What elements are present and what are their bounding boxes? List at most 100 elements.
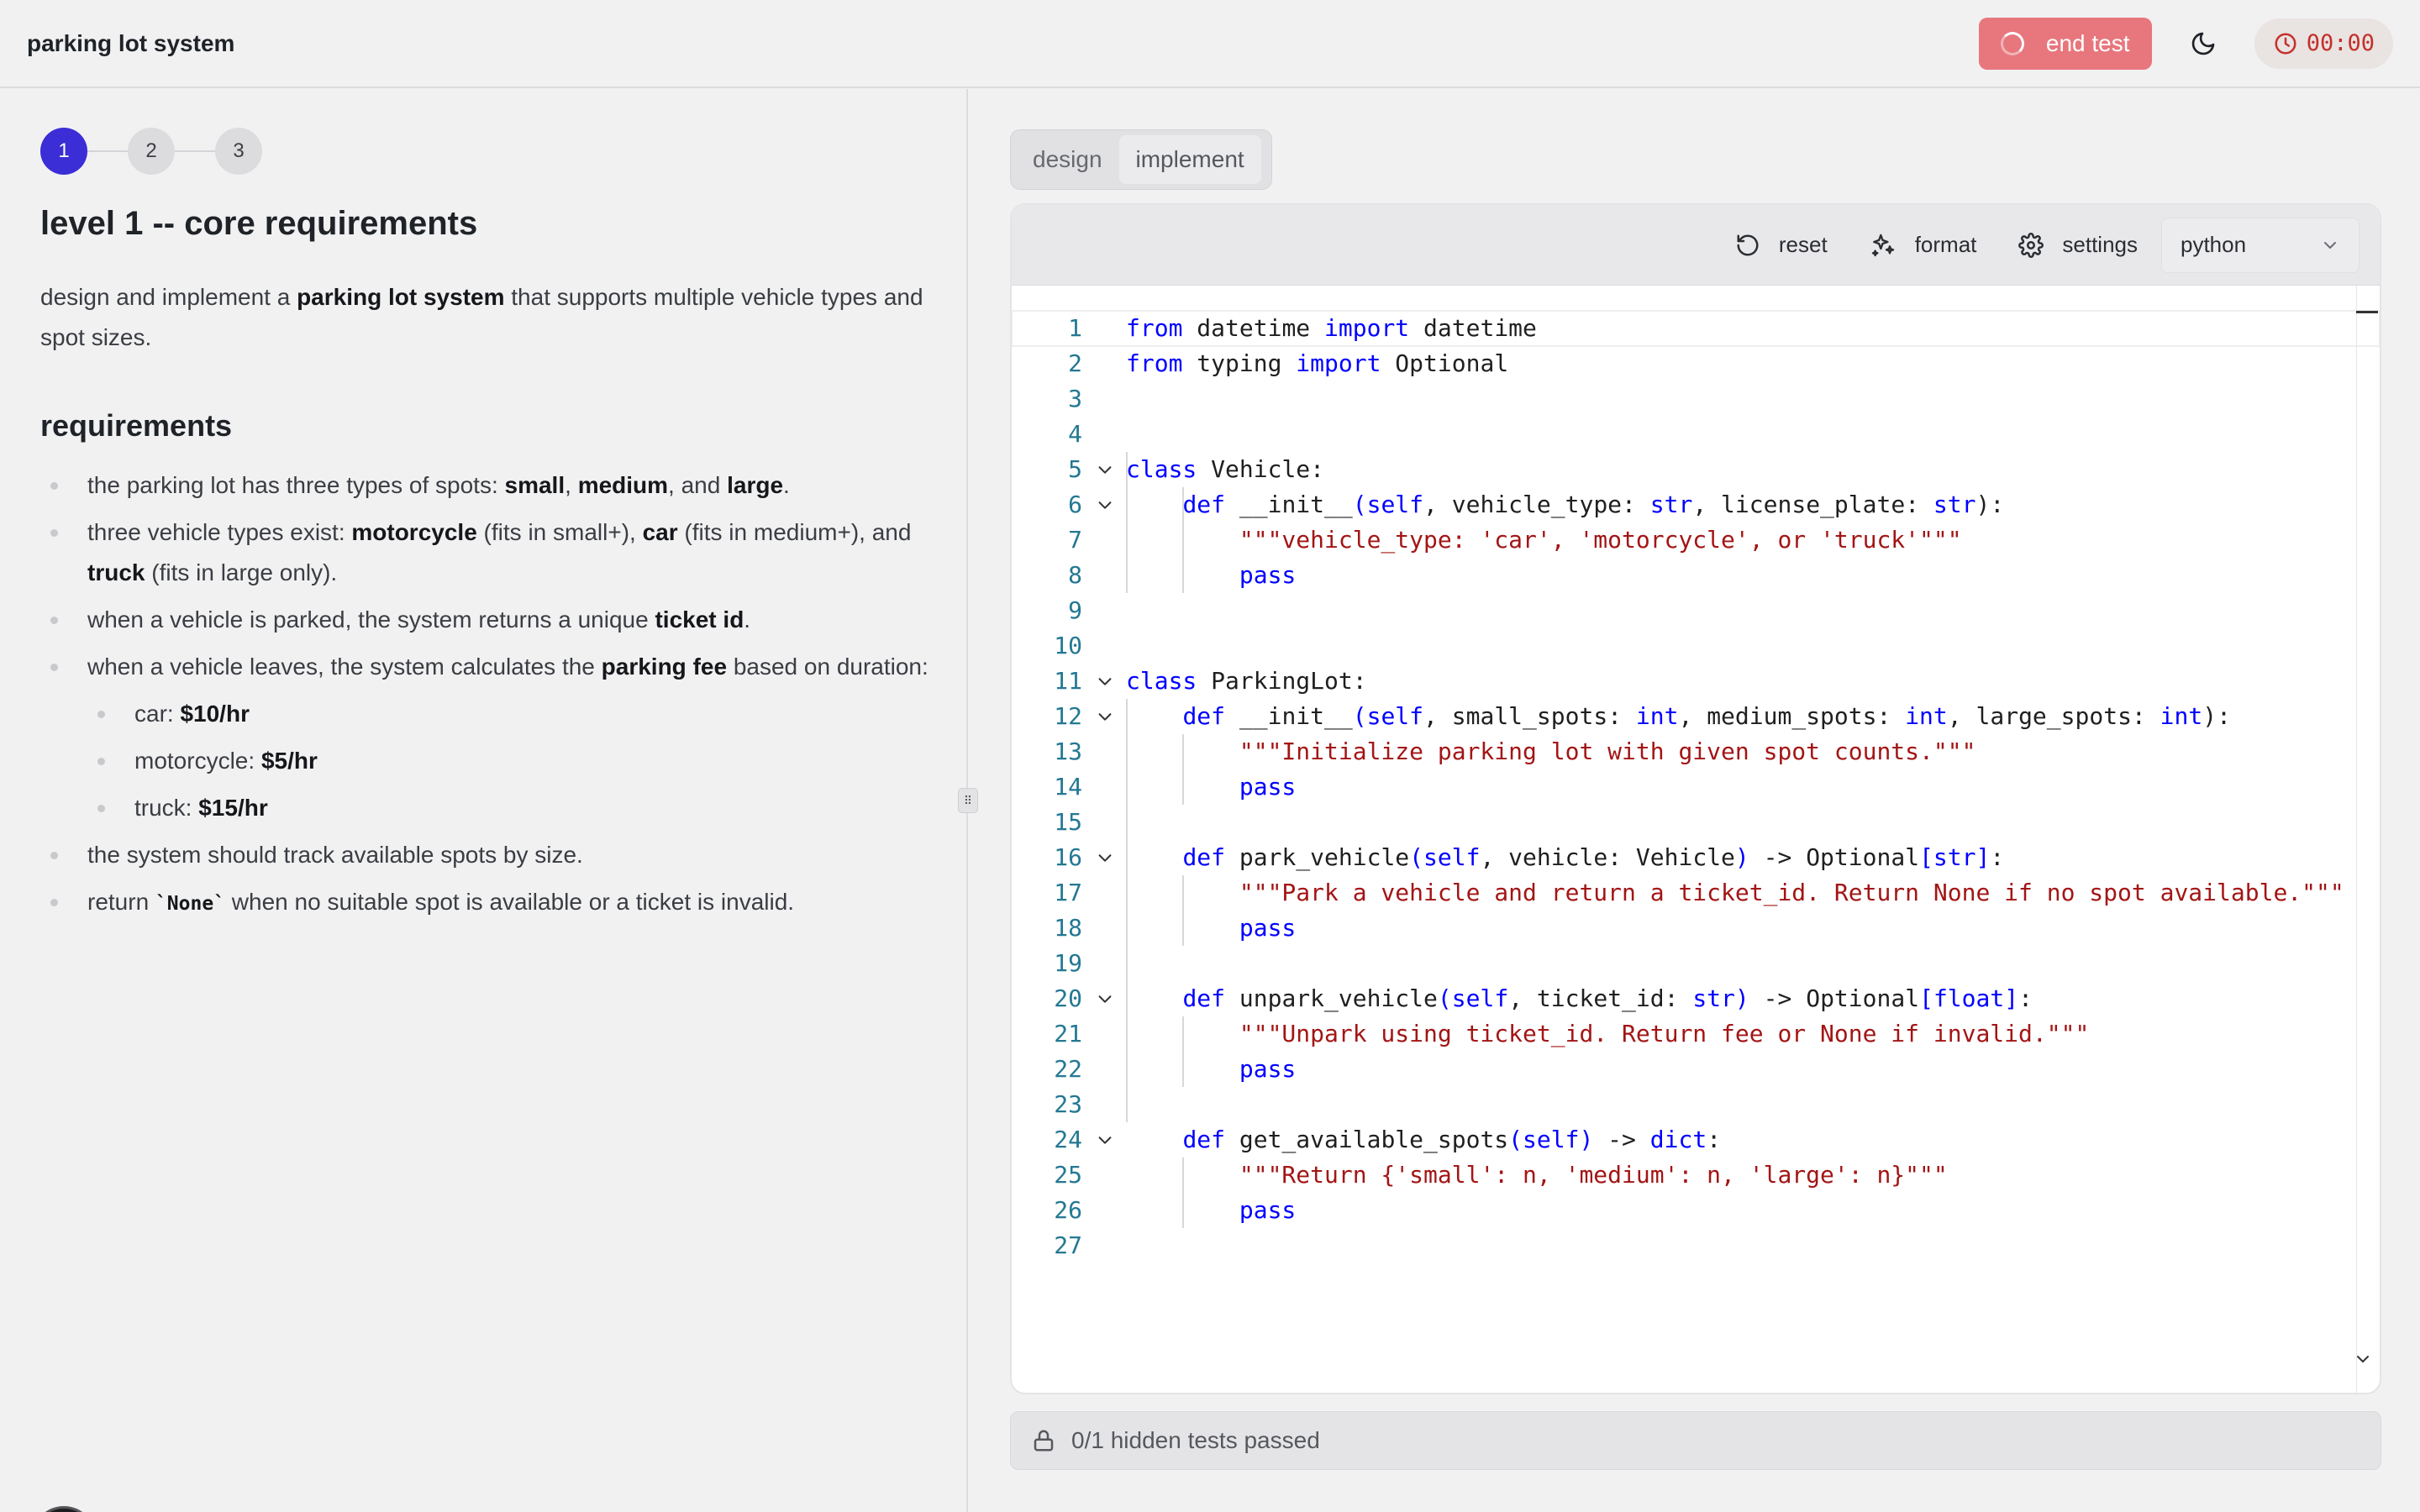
line-number: 12 [1054, 702, 1082, 730]
requirement-item: three vehicle types exist: motorcycle (f… [40, 512, 931, 593]
line-number: 1 [1068, 314, 1082, 342]
code-line: 1 from datetime import datetime [1012, 310, 2380, 347]
code-line: 2 from typing import Optional [1012, 346, 2380, 381]
reset-button[interactable]: reset [1735, 232, 1828, 258]
requirements-list: the parking lot has three types of spots… [40, 465, 931, 931]
req-text: when a vehicle is parked, the system ret… [87, 606, 655, 633]
mode-tabs: design implement [1010, 129, 1272, 190]
code-line: 22 pass [1012, 1052, 2380, 1087]
language-select[interactable]: python [2161, 217, 2360, 273]
chevron-down-icon[interactable] [2353, 1349, 2373, 1369]
req-bold: car [642, 519, 678, 545]
overview-ruler[interactable] [2356, 286, 2380, 1393]
lock-icon [1034, 1430, 1054, 1452]
requirement-item: the system should track available spots … [40, 835, 931, 875]
sparkles-icon [1871, 234, 1894, 256]
code-text: """Initialize parking lot with given spo… [1126, 734, 1976, 769]
token: ] [2004, 984, 2019, 1012]
step-2[interactable]: 2 [128, 128, 175, 175]
tab-implement[interactable]: implement [1118, 135, 1261, 184]
token: -> [1593, 1126, 1650, 1153]
token: dict [1649, 1126, 1707, 1153]
fold-chevron-icon[interactable] [1094, 699, 1116, 734]
code-line: 6 def __init__(self, vehicle_type: str, … [1012, 487, 2380, 522]
fold-chevron-icon[interactable] [1094, 981, 1116, 1016]
pane-resize-handle[interactable]: ⠿ [958, 788, 978, 813]
token: ParkingLot: [1197, 667, 1367, 695]
token: """Return {'small': n, 'medium': n, 'lar… [1239, 1161, 1948, 1189]
token: """Park a vehicle and return a ticket_id… [1239, 879, 2344, 906]
line-number: 18 [1054, 914, 1082, 942]
theme-toggle-button[interactable] [2177, 18, 2229, 70]
line-number: 3 [1068, 385, 1082, 412]
fee-item: truck: $15/hr [87, 788, 931, 828]
level-title: level 1 -- core requirements [40, 205, 478, 242]
token: import [1296, 349, 1381, 377]
code-area[interactable]: 1 from datetime import datetime 2 from typ… [1012, 310, 2380, 1263]
fold-chevron-icon[interactable] [1094, 452, 1116, 487]
code-line: 9 [1012, 593, 2380, 628]
code-text: """Return {'small': n, 'medium': n, 'lar… [1126, 1158, 1948, 1193]
req-text: when no suitable spot is available or a … [225, 889, 795, 915]
fold-chevron-icon[interactable] [1094, 1122, 1116, 1158]
token: , vehicle: Vehicle [1480, 843, 1735, 871]
code-editor: reset format settings python 1 from datet… [1010, 203, 2381, 1394]
app-title: parking lot system [27, 29, 235, 56]
requirement-item: when a vehicle leaves, the system calcul… [40, 647, 931, 828]
req-text: (fits in small+), [476, 519, 643, 545]
fold-chevron-icon[interactable] [1094, 487, 1116, 522]
code-text: pass [1126, 1193, 1296, 1228]
step-connector [175, 150, 215, 152]
format-button[interactable]: format [1870, 232, 1977, 259]
token: str [1649, 491, 1693, 518]
token: , license_plate: [1692, 491, 1933, 518]
format-label: format [1914, 232, 1977, 257]
step-1[interactable]: 1 [40, 128, 87, 175]
fee-label: motorcycle: [134, 748, 261, 774]
token: , large_spots: [1947, 702, 2160, 730]
language-value: python [2181, 232, 2247, 257]
step-3[interactable]: 3 [215, 128, 262, 175]
token: str [1692, 984, 1735, 1012]
code-line: 16 def park_vehicle(self, vehicle: Vehic… [1012, 840, 2380, 875]
fee-value: $10/hr [180, 701, 250, 727]
code-text: from datetime import datetime [1126, 311, 1537, 346]
code-line: 7 """vehicle_type: 'car', 'motorcycle', … [1012, 522, 2380, 558]
line-number: 27 [1054, 1231, 1082, 1259]
token: str [1933, 843, 1976, 871]
req-bold: ticket id [655, 606, 744, 633]
code-text: pass [1126, 1052, 1296, 1087]
chevron-down-icon [2324, 241, 2336, 249]
tab-design[interactable]: design [1016, 135, 1119, 184]
end-test-button[interactable]: end test [1978, 17, 2152, 70]
settings-button[interactable]: settings [2018, 232, 2138, 258]
token: int [2160, 702, 2203, 730]
code-line: 27 [1012, 1228, 2380, 1263]
token: int [1635, 702, 1679, 730]
token: ) [1579, 1126, 1594, 1153]
tests-status-text: 0/1 hidden tests passed [1071, 1427, 1320, 1453]
requirement-item: when a vehicle is parked, the system ret… [40, 600, 931, 640]
end-test-label: end test [2045, 29, 2130, 56]
requirement-item: return `None` when no suitable spot is a… [40, 882, 931, 924]
intro-bold: parking lot system [297, 284, 505, 310]
token: pass [1239, 561, 1297, 589]
token: def [1182, 1126, 1226, 1153]
line-number: 22 [1054, 1055, 1082, 1083]
token: from [1126, 349, 1183, 377]
fee-value: $5/hr [260, 748, 318, 774]
framework-badge[interactable]: N [32, 1506, 96, 1512]
code-line: 12 def __init__(self, small_spots: int, … [1012, 699, 2380, 734]
fold-chevron-icon[interactable] [1094, 664, 1116, 699]
fold-chevron-icon[interactable] [1094, 840, 1116, 875]
code-line: 14 pass [1012, 769, 2380, 805]
token: ): [1975, 491, 2005, 518]
code-line: 13 """Initialize parking lot with given … [1012, 734, 2380, 769]
token: def [1182, 702, 1226, 730]
code-text: def get_available_spots(self) -> dict: [1126, 1122, 1721, 1158]
